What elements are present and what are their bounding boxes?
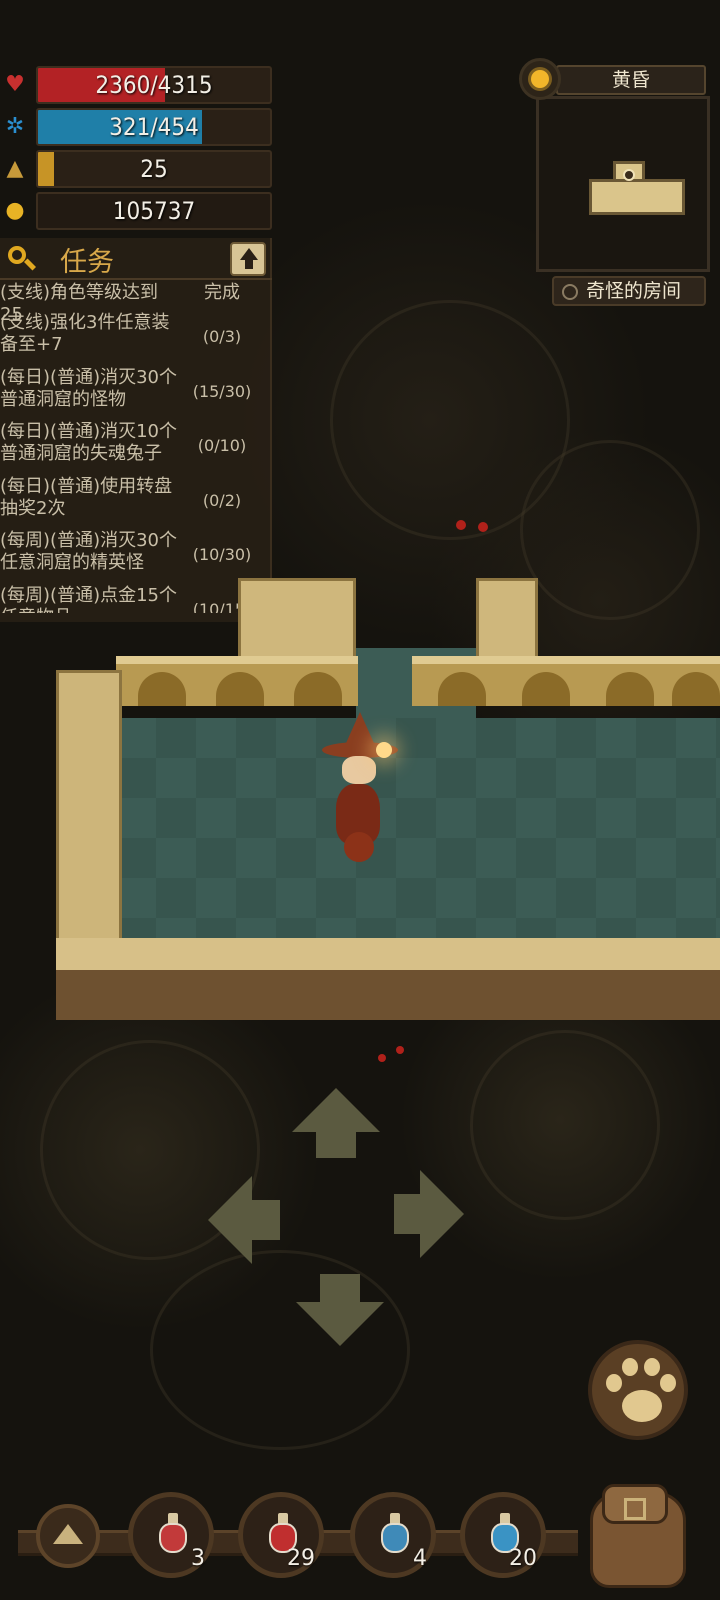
hp-bar-track: 2360/4315: [36, 66, 272, 104]
player-character: [320, 712, 400, 872]
hp-bar: ♥ 2360/4315: [0, 66, 272, 104]
character-face: [342, 756, 376, 784]
quest-item[interactable]: (每周)(普通)点金15个任意物品 (10/15): [0, 583, 272, 613]
triangle-up-icon: [53, 1524, 83, 1544]
dpad-left-button[interactable]: [208, 1176, 252, 1264]
hotbar-slot-1[interactable]: 3: [128, 1492, 214, 1578]
small-red-potion-icon: [159, 1513, 187, 1553]
quest-progress: (10/30): [192, 545, 252, 564]
paw-icon: [622, 1390, 662, 1422]
bottom-wall: [56, 938, 720, 1020]
quest-text: (每日)(普通)消灭10个普通洞窟的失魂兔子: [0, 421, 177, 464]
room-name: 奇怪的房间: [586, 280, 682, 302]
left-wall: [56, 670, 122, 952]
dpad-right-button[interactable]: [420, 1170, 464, 1258]
hotbar-slot-2[interactable]: 29: [238, 1492, 324, 1578]
item-count: 20: [509, 1546, 537, 1571]
level-triangle-icon: ▲: [6, 156, 24, 181]
room-floor[interactable]: [116, 718, 720, 940]
collapse-quests-button[interactable]: [230, 242, 266, 276]
gold-coins-icon: ●: [5, 198, 25, 223]
quest-item[interactable]: (支线)角色等级达到25 完成: [0, 280, 272, 325]
gold-display: ● 105737: [0, 192, 272, 230]
level-bar-track: 25: [36, 150, 272, 188]
character-tail: [344, 832, 374, 862]
minimap[interactable]: [536, 96, 710, 272]
quest-text: (每周)(普通)消灭30个任意洞窟的精英怪: [0, 530, 177, 573]
creature-eye: [478, 522, 488, 532]
item-count: 4: [413, 1546, 427, 1571]
small-blue-potion-icon: [381, 1513, 409, 1553]
quest-progress: (0/2): [202, 490, 242, 510]
time-of-day-label: 黄昏: [611, 69, 650, 91]
creature-eye: [456, 520, 466, 530]
quest-item[interactable]: (每周)(普通)消灭30个任意洞窟的精英怪 (10/30): [0, 528, 272, 583]
quest-progress: (15/30): [192, 381, 252, 401]
magnifier-icon[interactable]: [6, 244, 37, 274]
player-marker-icon: [623, 169, 635, 181]
dpad-left-button-stem[interactable]: [250, 1200, 280, 1240]
top-wall-left: [116, 656, 358, 706]
magic-wand-icon: ✲: [5, 114, 25, 139]
backpack-button[interactable]: [582, 1470, 702, 1594]
level-bar: ▲ 25: [0, 150, 272, 188]
creature-eye: [396, 1046, 404, 1054]
top-wall-right: [412, 656, 720, 706]
minimap-current-room: [589, 179, 685, 215]
quest-panel: 任务 (支线)角色等级达到25 完成 (支线)强化3件任意装备至+7 (0/3)…: [0, 238, 272, 622]
dpad-up-button[interactable]: [292, 1088, 380, 1132]
quest-text: (每周)(普通)点金15个任意物品: [0, 584, 177, 613]
quest-text: (每日)(普通)使用转盘抽奖2次: [0, 475, 173, 519]
gold-value: 105737: [112, 197, 196, 225]
heart-icon: ♥: [5, 72, 25, 97]
quest-item[interactable]: (每日)(普通)使用转盘抽奖2次 (0/2): [0, 474, 272, 529]
dpad-down-button-stem[interactable]: [320, 1274, 360, 1304]
dpad-down-button[interactable]: [296, 1302, 384, 1346]
hotbar-slot-3[interactable]: 4: [350, 1492, 436, 1578]
dpad-right-button-stem[interactable]: [394, 1194, 424, 1234]
quest-progress: 完成: [204, 282, 240, 303]
quest-list[interactable]: (支线)角色等级达到25 完成 (支线)强化3件任意装备至+7 (0/3) (每…: [0, 280, 272, 613]
level-value: 25: [140, 155, 168, 183]
creature-eye: [378, 1054, 386, 1062]
sun-icon: [519, 58, 561, 100]
mp-bar: ✲ 321/454: [0, 108, 272, 146]
quest-header: 任务: [0, 238, 272, 280]
arrow-up-icon: [240, 248, 258, 260]
room-name-pill[interactable]: 奇怪的房间: [552, 276, 706, 306]
quest-item[interactable]: (每日)(普通)消灭10个普通洞窟的失魂兔子 (0/10): [0, 419, 272, 474]
torch-light-icon: [376, 742, 392, 758]
quest-item[interactable]: (每日)(普通)消灭30个普通洞窟的怪物 (15/30): [0, 365, 272, 420]
quest-text: (每日)(普通)消灭30个普通洞窟的怪物: [0, 366, 177, 410]
item-count: 29: [287, 1546, 315, 1571]
mp-value: 321/454: [109, 113, 199, 141]
hp-value: 2360/4315: [95, 71, 213, 99]
pet-paw-button[interactable]: [588, 1340, 688, 1440]
item-count: 3: [191, 1546, 205, 1571]
quest-item[interactable]: (支线)强化3件任意装备至+7 (0/3): [0, 310, 272, 365]
time-of-day-bar: 黄昏: [556, 65, 706, 95]
quest-progress: (0/10): [197, 436, 247, 455]
hotbar-slot-4[interactable]: 20: [460, 1492, 546, 1578]
mp-bar-track: 321/454: [36, 108, 272, 146]
menu-expand-button[interactable]: [36, 1504, 100, 1568]
quest-progress: (0/3): [202, 327, 242, 346]
zoom-icon: [562, 284, 578, 300]
quest-text: (支线)强化3件任意装备至+7: [0, 312, 170, 355]
gold-track: 105737: [36, 192, 272, 230]
dpad-up-button-stem[interactable]: [316, 1130, 356, 1158]
quest-title: 任务: [60, 247, 114, 278]
